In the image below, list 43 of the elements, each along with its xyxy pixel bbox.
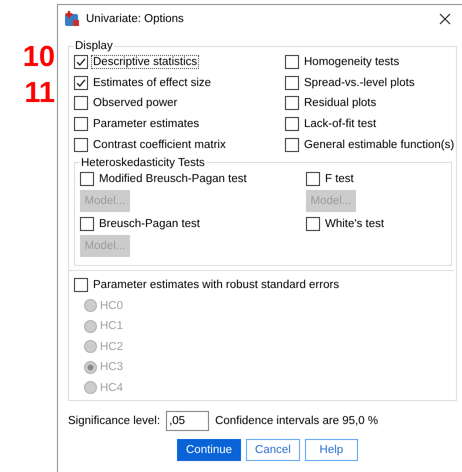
checkbox-label[interactable]: Parameter estimates with robust standard errors [91,278,342,292]
checkbox[interactable] [285,55,299,70]
checkbox[interactable] [80,217,94,232]
checkbox[interactable] [74,117,88,132]
checkbox-label[interactable]: Homogeneity tests [302,55,402,70]
checkbox-label[interactable]: Lack-of-fit test [302,117,378,132]
checkbox[interactable] [306,172,320,186]
confidence-text: Confidence intervals are 95,0 % [215,415,378,428]
group-title: Heteroskedasticity Tests [80,156,206,169]
checkbox-label[interactable]: Descriptive statistics [91,55,200,70]
checkbox-label[interactable]: Estimates of effect size [91,76,214,90]
checkbox-label[interactable]: Parameter estimates [91,117,202,132]
step-number: 11 [24,78,56,109]
checkbox[interactable] [74,76,88,90]
checkbox[interactable] [285,117,299,132]
checkbox-label[interactable]: Modified Breusch-Pagan test [97,172,249,186]
checkbox-label[interactable]: Residual plots [302,96,378,110]
checkbox[interactable] [74,278,88,292]
field-label: Significance level: [68,415,160,428]
dialog-button[interactable]: Cancel [246,439,300,462]
checkbox-label[interactable]: White's test [323,217,386,232]
dialog-button[interactable]: Help [304,439,358,462]
checkbox-label[interactable]: Contrast coefficient matrix [91,138,228,152]
checkbox[interactable] [74,55,88,70]
checkbox[interactable] [285,96,299,110]
close-icon[interactable] [439,12,452,24]
app-icon [64,10,80,26]
input-field[interactable]: ,05 [166,411,210,432]
checkbox[interactable] [285,138,299,152]
window-title: Univariate: Options [86,12,185,24]
checkbox[interactable] [80,172,94,186]
checkbox-label[interactable]: Breusch-Pagan test [97,217,202,232]
checkbox-label[interactable]: Spread-vs.-level plots [302,76,417,90]
checkbox[interactable] [285,76,299,90]
checkbox[interactable] [306,217,320,232]
step-number: 10 [22,42,56,73]
checkbox[interactable] [74,138,88,152]
checkbox-label[interactable]: General estimable function(s) [302,138,456,152]
checkbox-label[interactable]: Observed power [91,96,180,110]
checkbox-label[interactable]: F test [323,172,356,186]
dialog-button[interactable]: Continue [177,439,242,462]
group-title: Display [74,40,114,52]
checkbox[interactable] [74,96,88,110]
